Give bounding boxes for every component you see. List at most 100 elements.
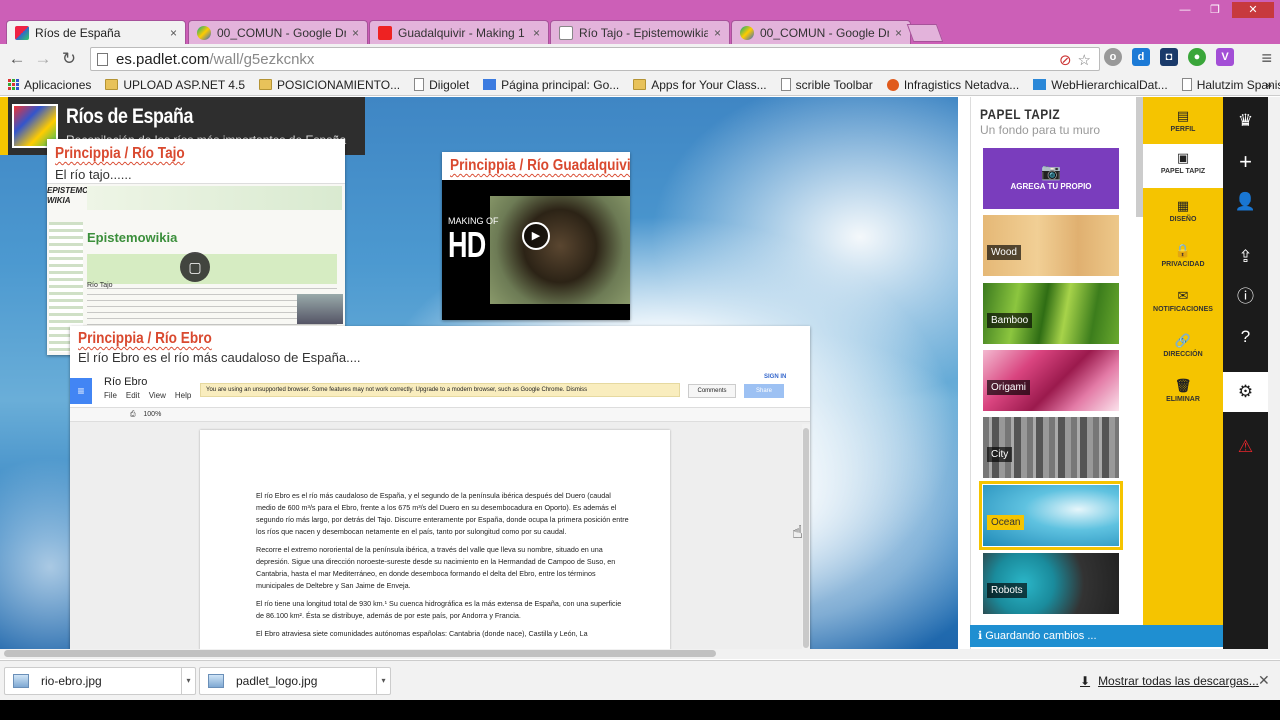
padlet-wall[interactable]: Ríos de España Recopilación de los ríos … (0, 97, 958, 649)
post-rio-ebro[interactable]: Princippia / Río Ebro El río Ebro es el … (70, 326, 810, 649)
download-item[interactable]: rio-ebro.jpg ▾ (4, 667, 196, 695)
close-icon[interactable]: × (714, 26, 721, 40)
menu-privacidad[interactable]: 🔒 PRIVACIDAD (1143, 237, 1223, 279)
gear-icon[interactable]: ⚙ (1223, 372, 1268, 412)
menu-perfil[interactable]: ▤ PERFIL (1143, 102, 1223, 144)
post-rio-guadalquivir[interactable]: Princippia / Río Guadalquivir MAKING OF … (442, 152, 630, 320)
panel-scrollbar[interactable] (1136, 97, 1143, 217)
doc-menu-item[interactable]: View (149, 391, 166, 400)
bookmark-item[interactable]: Diigolet (414, 78, 469, 92)
bookmark-label: WebHierarchicalDat... (1051, 77, 1168, 92)
close-icon[interactable]: ✕ (1258, 672, 1270, 689)
bookmark-item[interactable]: Apps for Your Class... (633, 78, 767, 92)
horizontal-scrollbar[interactable] (0, 649, 1280, 659)
doc-menu-item[interactable]: File (104, 391, 117, 400)
bookmark-item[interactable]: scrible Toolbar (780, 78, 873, 92)
file-attachment-icon[interactable]: ▢ (180, 252, 210, 282)
add-icon[interactable]: + (1223, 142, 1268, 182)
share-button[interactable]: Share (744, 384, 784, 398)
close-icon[interactable]: × (895, 26, 902, 40)
tab-google-drive-2[interactable]: 00_COMUN - Google Driv × (731, 20, 911, 44)
alert-icon[interactable]: ⚠ (1223, 427, 1268, 467)
profile-card-icon: ▤ (1176, 108, 1190, 123)
bookmark-item[interactable]: Página principal: Go... (483, 78, 619, 92)
menu-notificaciones[interactable]: ✉ NOTIFICACIONES (1143, 282, 1223, 324)
bookmark-item[interactable]: POSICIONAMIENTO... (259, 78, 400, 92)
doc-menu-item[interactable]: Help (175, 391, 191, 400)
post-rio-tajo[interactable]: Princippia / Río Tajo El río tajo...... … (47, 139, 345, 355)
window-close-button[interactable]: ✕ (1232, 2, 1274, 18)
forward-arrow-icon[interactable]: → (32, 48, 54, 70)
close-icon[interactable]: × (352, 26, 359, 40)
extension-v-icon[interactable]: V (1216, 48, 1234, 66)
screen-bottom-edge (0, 700, 1280, 720)
info-icon[interactable]: ⓘ (1223, 277, 1268, 317)
menu-papel-tapiz[interactable]: ▣ PAPEL TAPIZ (1143, 144, 1223, 188)
tab-rios-de-espana[interactable]: Ríos de España × (6, 20, 186, 44)
menu-diseno[interactable]: ▦ DISEÑO (1143, 192, 1223, 234)
post-video-thumbnail[interactable]: MAKING OF HD ▶ (442, 180, 630, 320)
doc-menu-item[interactable]: Edit (126, 391, 140, 400)
bookmark-item[interactable]: Aplicaciones (8, 78, 91, 92)
tab-rio-tajo[interactable]: Río Tajo - Epistemowikia × (550, 20, 730, 44)
wallpaper-robots[interactable]: Robots (983, 553, 1119, 614)
bookmark-item[interactable]: Infragistics Netadva... (886, 78, 1019, 92)
user-icon[interactable]: 👤 (1223, 182, 1268, 222)
address-bar[interactable]: es.padlet.com/wall/g5ezkcnkx ⊘ ☆ (90, 47, 1100, 71)
back-arrow-icon[interactable]: ← (6, 48, 28, 70)
chevron-down-icon[interactable]: ▾ (376, 668, 390, 694)
bookmark-label: UPLOAD ASP.NET 4.5 (123, 77, 245, 92)
help-icon[interactable]: ? (1223, 317, 1268, 357)
image-file-icon (208, 674, 224, 688)
scrollbar-thumb[interactable] (4, 650, 716, 657)
zoom-level[interactable]: 100% (143, 411, 161, 418)
share-icon[interactable]: ⇪ (1223, 237, 1268, 277)
doc-menu: File Edit View Help (104, 391, 191, 400)
menu-icon[interactable]: ≡ (1261, 48, 1272, 69)
show-all-downloads-link[interactable]: ⬇ Mostrar todas las descargas... (1080, 674, 1259, 688)
print-icon[interactable]: ⎙ (130, 411, 136, 418)
menu-label: PERFIL (1170, 126, 1196, 133)
minimize-button[interactable]: — (1172, 2, 1198, 18)
wallpaper-city[interactable]: City (983, 417, 1119, 478)
comments-button[interactable]: Comments (688, 384, 736, 398)
doc-scrollbar[interactable] (802, 424, 810, 649)
tab-google-drive[interactable]: 00_COMUN - Google Driv × (188, 20, 368, 44)
doc-page: El río Ebro es el río más caudaloso de E… (200, 430, 670, 649)
new-tab-button[interactable] (906, 24, 944, 42)
wallpaper-bamboo[interactable]: Bamboo (983, 283, 1119, 344)
wallpaper-origami[interactable]: Origami (983, 350, 1119, 411)
menu-direccion[interactable]: 🔗 DIRECCIÓN (1143, 327, 1223, 369)
google-icon (483, 79, 497, 90)
maximize-button[interactable]: ❐ (1202, 2, 1228, 18)
close-icon[interactable]: × (533, 26, 540, 40)
bookmarks-overflow-button[interactable]: » (1265, 78, 1272, 92)
extension-dark-icon[interactable]: ◘ (1160, 48, 1178, 66)
bookmark-star-icon[interactable]: ☆ (1078, 51, 1091, 69)
upload-wallpaper-button[interactable]: 📷 AGREGA TU PROPIO (983, 148, 1119, 209)
close-icon[interactable]: × (170, 26, 177, 40)
post-attachment-document[interactable]: ≡ Río Ebro File Edit View Help You are u… (70, 372, 810, 649)
extension-gray-icon[interactable]: o (1104, 48, 1122, 66)
extension-green-icon[interactable]: ● (1188, 48, 1206, 66)
link-icon: 🔗 (1174, 333, 1192, 348)
post-title: Princippia / Río Tajo (55, 145, 185, 162)
bookmark-item[interactable]: UPLOAD ASP.NET 4.5 (105, 78, 245, 92)
bookmark-item[interactable]: WebHierarchicalDat... (1033, 77, 1168, 92)
wallpaper-wood[interactable]: Wood (983, 215, 1119, 276)
menu-eliminar[interactable]: 🗑 ELIMINAR (1143, 372, 1223, 414)
download-item[interactable]: padlet_logo.jpg ▾ (199, 667, 391, 695)
chevron-down-icon[interactable]: ▾ (181, 668, 195, 694)
play-icon[interactable]: ▶ (522, 222, 550, 250)
youtube-icon (378, 25, 392, 40)
cookie-blocked-icon[interactable]: ⊘ (1059, 51, 1072, 69)
tab-guadalquivir-video[interactable]: Guadalquivir - Making 1 H × (369, 20, 549, 44)
browser-tab-strip: Ríos de España × 00_COMUN - Google Driv … (0, 0, 1280, 44)
extension-d-icon[interactable]: d (1132, 48, 1150, 66)
page-scrollbar[interactable] (1268, 97, 1280, 649)
wallpaper-ocean[interactable]: Ocean (979, 481, 1123, 550)
website-photo (297, 294, 343, 324)
sign-in-link[interactable]: SIGN IN (764, 374, 786, 380)
padlet-logo-icon[interactable]: ♛ (1223, 101, 1268, 141)
reload-icon[interactable]: ↻ (58, 48, 80, 70)
